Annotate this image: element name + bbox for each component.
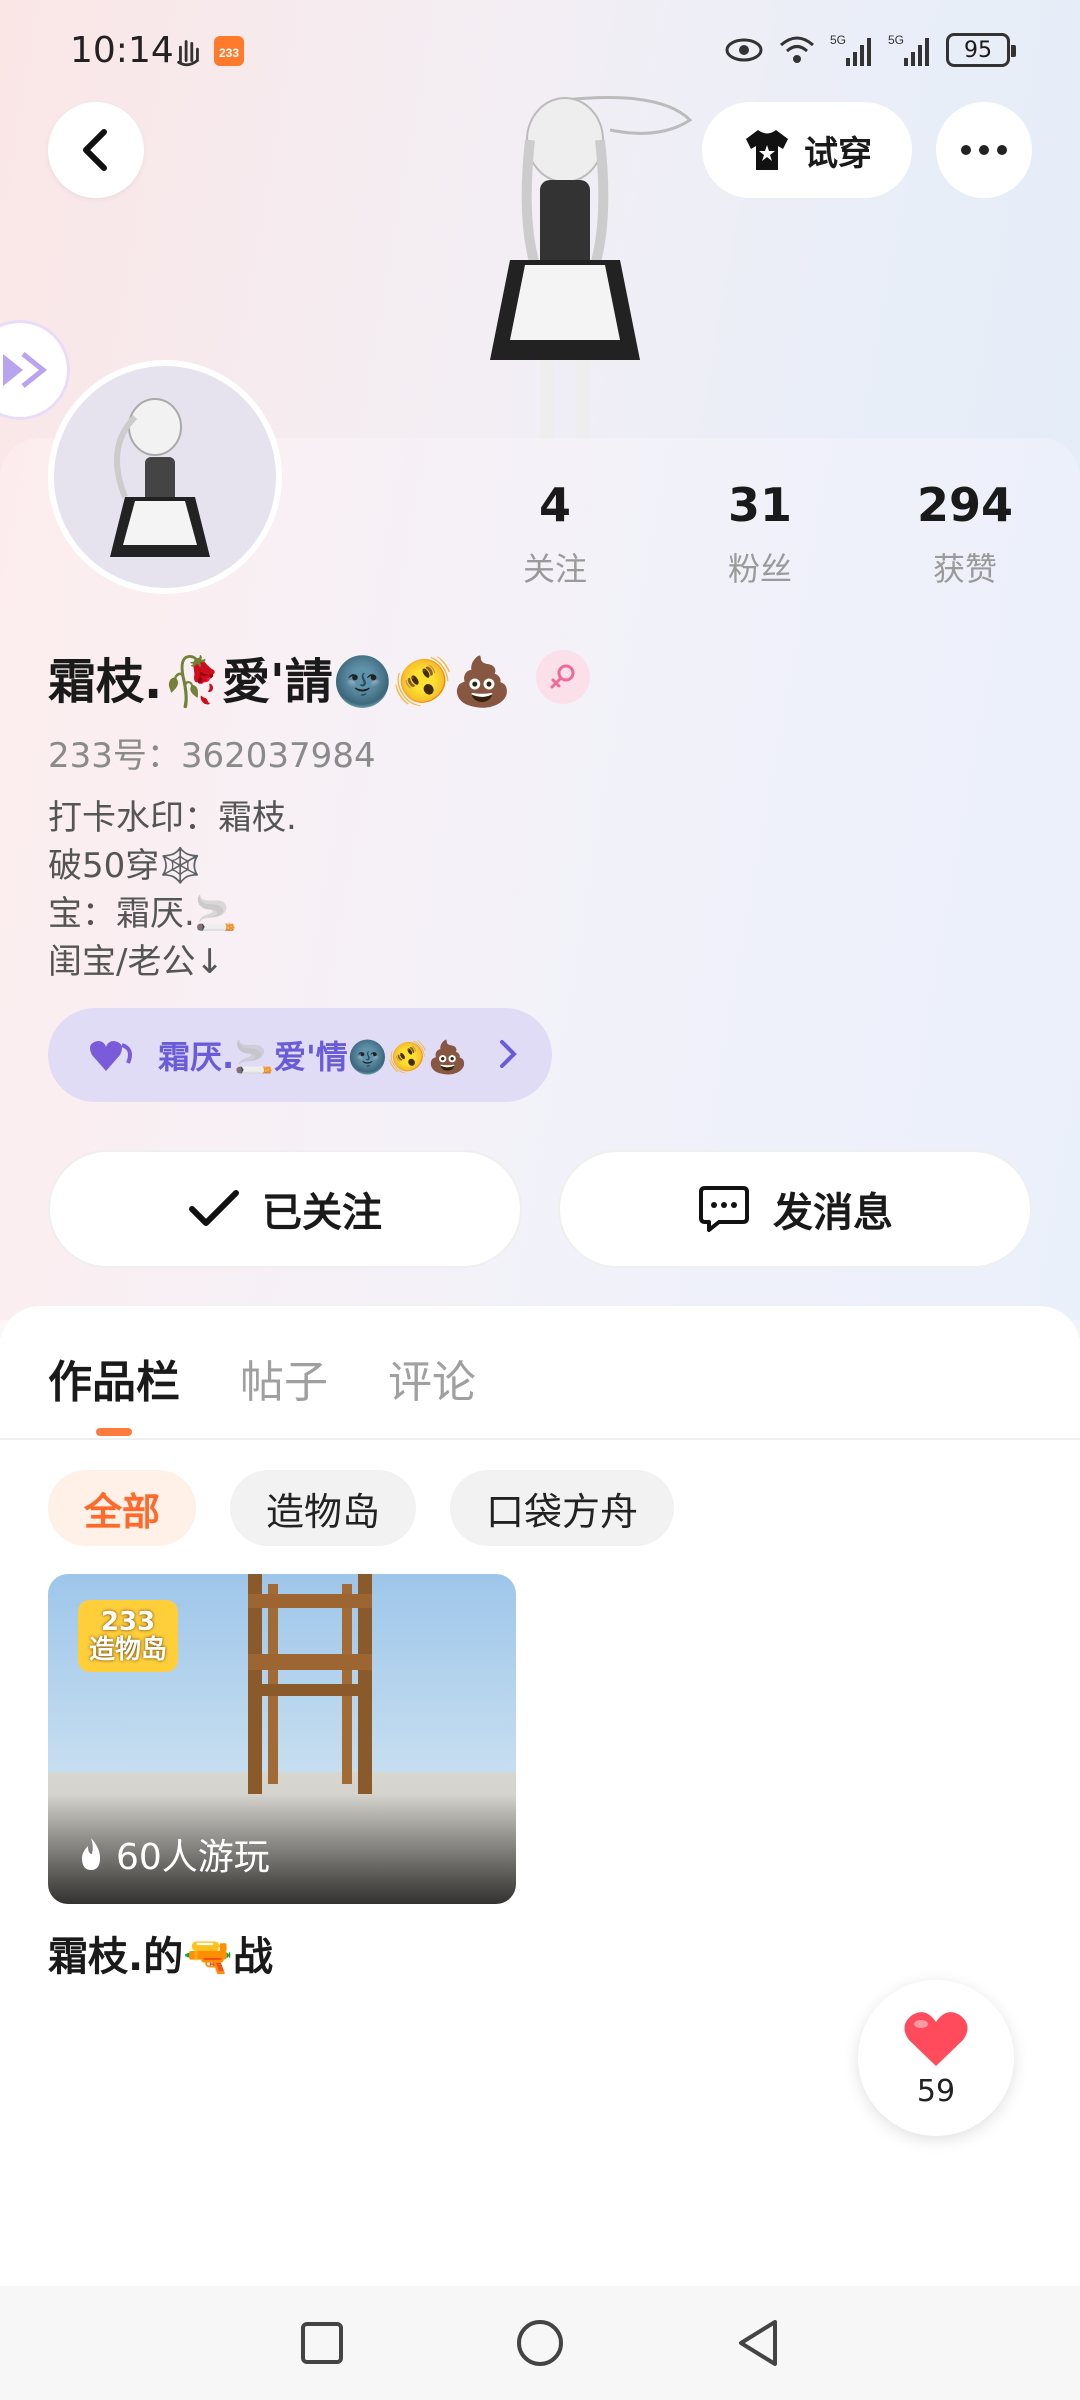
try-on-label: 试穿 xyxy=(804,133,872,174)
tabs-divider xyxy=(0,1438,1080,1440)
stat-label: 获赞 xyxy=(932,550,997,588)
gender-badge xyxy=(536,650,590,704)
heart-icon xyxy=(904,2011,968,2066)
svg-text:5G: 5G xyxy=(888,33,904,47)
shirt-icon xyxy=(746,130,788,170)
like-count: 59 xyxy=(916,2073,956,2109)
battery-level: 95 xyxy=(964,37,992,63)
wifi-icon xyxy=(780,36,814,63)
recent-apps-icon[interactable] xyxy=(299,2320,345,2366)
avatar-image xyxy=(110,398,210,557)
avatar-figure-image xyxy=(490,96,693,440)
profile-tabs: 作品栏 帖子 评论 xyxy=(48,1346,476,1410)
stat-followers[interactable]: 31 粉丝 xyxy=(685,478,835,590)
hand-icon xyxy=(177,40,199,67)
user-id: 233号：362037984 xyxy=(48,736,376,776)
double-chevron-icon xyxy=(3,352,48,388)
stat-value: 4 xyxy=(538,478,571,532)
chevron-left-icon xyxy=(83,129,107,171)
bio-line: 闺宝/老公↓ xyxy=(48,942,224,982)
stat-value: 31 xyxy=(727,478,792,532)
signal-5g-icon: 5G xyxy=(830,33,871,66)
followed-button[interactable]: 已关注 xyxy=(48,1150,522,1268)
flame-icon xyxy=(82,1838,100,1870)
content-panel: 作品栏 帖子 评论 全部 造物岛 口袋方舟 233 造物岛 60人游玩 霜枝.的… xyxy=(0,1306,1080,2286)
game-badge: 233 造物岛 xyxy=(78,1600,178,1672)
chat-bubble-icon xyxy=(699,1186,749,1232)
relationship-pill[interactable]: 霜厌.🚬爱'情🌚🫨💩 xyxy=(48,1008,552,1102)
tab-comments[interactable]: 评论 xyxy=(388,1346,476,1410)
chevron-right-icon xyxy=(500,1040,517,1068)
more-options-button[interactable] xyxy=(936,102,1032,198)
badge-top-text: 233 xyxy=(100,1607,156,1637)
more-dot-icon xyxy=(979,145,989,155)
system-nav-bar xyxy=(0,2286,1080,2400)
wooden-tower-image xyxy=(248,1574,372,1794)
relationship-text: 霜厌.🚬爱'情🌚🫨💩 xyxy=(158,1038,468,1076)
nickname: 霜枝.🥀愛'請🌚🫨💩 xyxy=(48,642,590,712)
bio: 打卡水印：霜枝. 破50穿🕸️ 宝：霜厌.🚬 闺宝/老公↓ xyxy=(48,794,297,986)
tab-indicator xyxy=(96,1428,132,1436)
work-card[interactable]: 233 造物岛 60人游玩 霜枝.的🔫战 xyxy=(48,1574,516,1982)
bio-line: 宝：霜厌.🚬 xyxy=(48,894,238,934)
bio-line: 破50穿🕸️ xyxy=(48,846,202,886)
signal-5g-icon-2: 5G xyxy=(888,33,929,66)
home-icon[interactable] xyxy=(515,2318,565,2368)
tab-posts[interactable]: 帖子 xyxy=(240,1346,328,1410)
back-button[interactable] xyxy=(48,102,144,198)
try-on-button[interactable]: 试穿 xyxy=(702,102,912,198)
play-count-text: 60人游玩 xyxy=(116,1837,270,1878)
svg-text:233: 233 xyxy=(219,46,239,60)
bio-line: 打卡水印：霜枝. xyxy=(48,798,297,838)
stat-label: 粉丝 xyxy=(727,550,792,588)
play-count: 60人游玩 xyxy=(76,1828,270,1880)
eye-icon xyxy=(725,38,763,62)
back-nav-icon[interactable] xyxy=(735,2318,781,2368)
more-dot-icon xyxy=(961,145,971,155)
svg-text:5G: 5G xyxy=(830,33,846,47)
chip-all[interactable]: 全部 xyxy=(48,1470,197,1546)
stat-value: 294 xyxy=(916,478,1014,532)
female-icon xyxy=(550,664,575,689)
check-icon xyxy=(189,1190,239,1226)
profile-stats: 4 关注 31 粉丝 294 获赞 xyxy=(480,478,1040,590)
tab-works[interactable]: 作品栏 xyxy=(48,1346,180,1410)
chip-creation-island[interactable]: 造物岛 xyxy=(230,1470,417,1546)
heart-wing-icon xyxy=(90,1041,132,1071)
battery-indicator: 95 xyxy=(946,33,1016,67)
work-thumbnail: 233 造物岛 60人游玩 xyxy=(48,1574,516,1904)
send-message-label: 发消息 xyxy=(773,1190,893,1236)
app-233-icon: 233 xyxy=(214,36,244,66)
stat-following[interactable]: 4 关注 xyxy=(480,478,630,590)
stat-label: 关注 xyxy=(522,550,587,588)
followed-label: 已关注 xyxy=(262,1190,382,1236)
chip-pocket-ark[interactable]: 口袋方舟 xyxy=(450,1470,675,1546)
more-dot-icon xyxy=(997,145,1007,155)
like-button[interactable]: 59 xyxy=(858,1980,1014,2136)
avatar[interactable] xyxy=(48,360,282,594)
stat-likes[interactable]: 294 获赞 xyxy=(890,478,1040,590)
nickname-text: 霜枝.🥀愛'請🌚🫨💩 xyxy=(48,654,512,710)
badge-bottom-text: 造物岛 xyxy=(88,1635,167,1665)
work-title: 霜枝.的🔫战 xyxy=(48,1934,273,1980)
status-time: 10:14 xyxy=(70,30,174,71)
send-message-button[interactable]: 发消息 xyxy=(558,1150,1032,1268)
filter-chips: 全部 造物岛 口袋方舟 xyxy=(48,1470,675,1546)
